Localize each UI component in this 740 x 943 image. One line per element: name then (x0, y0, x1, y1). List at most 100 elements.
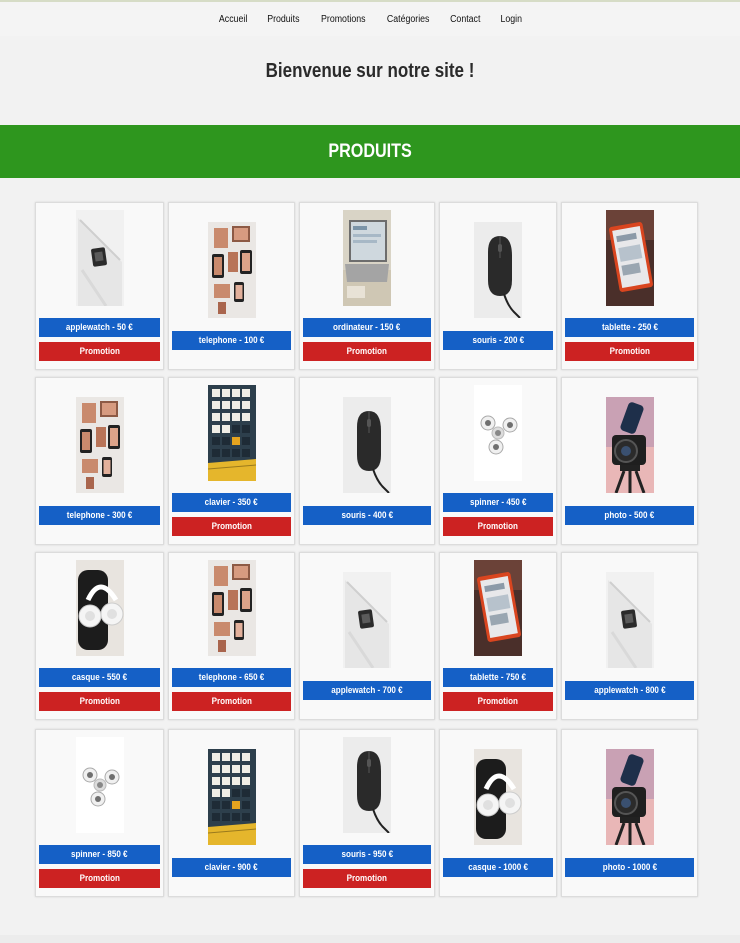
promotion-label: Promotion (79, 873, 120, 884)
product-price-button[interactable]: souris - 200 € (443, 331, 553, 350)
product-image[interactable] (343, 397, 391, 493)
product-card[interactable]: photo - 500 € (561, 377, 698, 545)
product-image[interactable] (343, 210, 391, 306)
products-banner: PRODUITS (0, 125, 740, 178)
product-price-button[interactable]: souris - 950 € (303, 845, 431, 864)
product-image[interactable] (474, 385, 522, 481)
product-image[interactable] (343, 572, 391, 668)
product-image[interactable] (75, 210, 124, 306)
promotion-button[interactable]: Promotion (39, 869, 160, 888)
promotion-button[interactable]: Promotion (303, 869, 431, 888)
product-image[interactable] (75, 737, 124, 833)
product-image[interactable] (605, 572, 654, 668)
product-image[interactable] (605, 397, 654, 493)
product-image[interactable] (207, 222, 256, 318)
product-price-button[interactable]: tablette - 750 € (443, 668, 553, 687)
product-price-button[interactable]: clavier - 350 € (172, 493, 291, 512)
product-card[interactable]: clavier - 350 € Promotion (168, 377, 295, 545)
promotion-button[interactable]: Promotion (39, 692, 160, 711)
nav-categories[interactable]: Catégories (387, 14, 430, 25)
promotion-button[interactable]: Promotion (172, 517, 291, 536)
product-price-button[interactable]: telephone - 300 € (39, 506, 160, 525)
product-card[interactable]: photo - 1000 € (561, 729, 698, 897)
product-price-button[interactable]: telephone - 100 € (172, 331, 291, 350)
product-price-label: telephone - 650 € (198, 672, 265, 683)
promotion-label: Promotion (79, 346, 120, 357)
product-price-label: telephone - 100 € (198, 335, 265, 346)
product-price-button[interactable]: telephone - 650 € (172, 668, 291, 687)
product-price-label: spinner - 450 € (469, 497, 527, 508)
product-card[interactable]: clavier - 900 € (168, 729, 295, 897)
promotion-label: Promotion (477, 521, 519, 532)
promotion-label: Promotion (477, 696, 519, 707)
product-price-button[interactable]: applewatch - 700 € (303, 681, 431, 700)
promotion-button[interactable]: Promotion (39, 342, 160, 361)
product-price-label: photo - 1000 € (602, 862, 657, 873)
promotion-label: Promotion (346, 873, 388, 884)
product-card[interactable]: applewatch - 800 € (561, 552, 698, 720)
product-price-label: ordinateur - 150 € (333, 322, 401, 333)
product-image[interactable] (75, 397, 124, 493)
product-price-label: tablette - 750 € (469, 672, 527, 683)
product-card[interactable]: spinner - 450 € Promotion (439, 377, 557, 545)
product-price-label: photo - 500 € (604, 510, 655, 521)
product-card[interactable]: tablette - 750 € Promotion (439, 552, 557, 720)
product-card[interactable]: souris - 400 € (299, 377, 435, 545)
promotion-button[interactable]: Promotion (443, 517, 553, 536)
promotion-button[interactable]: Promotion (565, 342, 694, 361)
product-image[interactable] (605, 749, 654, 845)
nav-produits[interactable]: Produits (267, 14, 299, 25)
product-image[interactable] (207, 385, 256, 481)
product-price-button[interactable]: ordinateur - 150 € (303, 318, 431, 337)
product-price-button[interactable]: clavier - 900 € (172, 858, 291, 877)
product-price-button[interactable]: photo - 500 € (565, 506, 694, 525)
product-price-button[interactable]: applewatch - 50 € (39, 318, 160, 337)
product-image[interactable] (343, 737, 391, 833)
product-card[interactable]: tablette - 250 € Promotion (561, 202, 698, 370)
product-image[interactable] (75, 560, 124, 656)
product-price-label: casque - 550 € (71, 672, 128, 683)
footer-strip (0, 935, 740, 943)
product-price-button[interactable]: spinner - 450 € (443, 493, 553, 512)
product-price-label: clavier - 900 € (205, 862, 258, 873)
product-card[interactable]: telephone - 100 € (168, 202, 295, 370)
product-image[interactable] (474, 222, 522, 318)
promotion-button[interactable]: Promotion (172, 692, 291, 711)
product-price-button[interactable]: tablette - 250 € (565, 318, 694, 337)
product-price-button[interactable]: spinner - 850 € (39, 845, 160, 864)
product-image[interactable] (474, 560, 522, 656)
product-price-button[interactable]: casque - 550 € (39, 668, 160, 687)
promotion-label: Promotion (609, 346, 650, 357)
nav-promotions[interactable]: Promotions (321, 14, 366, 25)
product-card[interactable]: souris - 200 € (439, 202, 557, 370)
product-card[interactable]: applewatch - 50 € Promotion (35, 202, 164, 370)
product-card[interactable]: souris - 950 € Promotion (299, 729, 435, 897)
product-image[interactable] (207, 749, 256, 845)
product-card[interactable]: casque - 550 € Promotion (35, 552, 164, 720)
product-price-label: casque - 1000 € (468, 862, 528, 873)
product-price-label: souris - 950 € (341, 849, 393, 860)
promotion-button[interactable]: Promotion (443, 692, 553, 711)
product-card[interactable]: telephone - 650 € Promotion (168, 552, 295, 720)
product-price-button[interactable]: applewatch - 800 € (565, 681, 694, 700)
product-card[interactable]: telephone - 300 € (35, 377, 164, 545)
product-card[interactable]: applewatch - 700 € (299, 552, 435, 720)
nav-login[interactable]: Login (500, 14, 522, 25)
product-image[interactable] (474, 749, 522, 845)
nav-contact[interactable]: Contact (451, 14, 481, 25)
product-price-button[interactable]: photo - 1000 € (565, 858, 694, 877)
product-card[interactable]: ordinateur - 150 € Promotion (299, 202, 435, 370)
promotion-label: Promotion (211, 696, 252, 707)
nav-accueil[interactable]: Accueil (219, 14, 247, 25)
product-image[interactable] (605, 210, 654, 306)
product-card[interactable]: spinner - 850 € Promotion (35, 729, 164, 897)
product-card[interactable]: casque - 1000 € (439, 729, 557, 897)
product-price-label: applewatch - 800 € (593, 685, 666, 696)
product-price-button[interactable]: casque - 1000 € (443, 858, 553, 877)
product-image[interactable] (207, 560, 256, 656)
product-price-button[interactable]: souris - 400 € (303, 506, 431, 525)
main-nav: Accueil Produits Promotions Catégories C… (0, 2, 740, 36)
promotion-label: Promotion (346, 346, 388, 357)
promotion-button[interactable]: Promotion (303, 342, 431, 361)
product-price-label: souris - 400 € (341, 510, 393, 521)
